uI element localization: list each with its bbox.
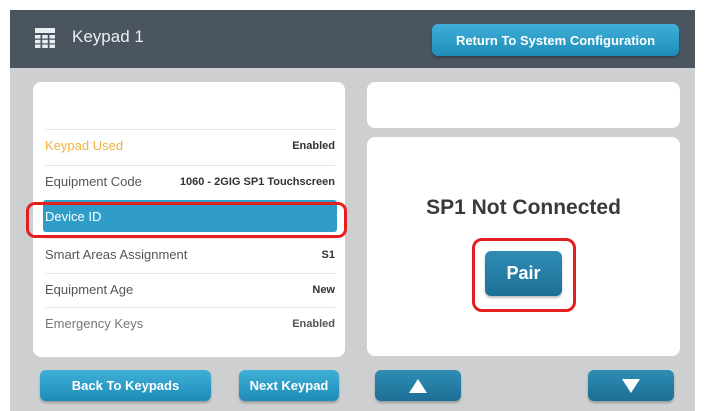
setting-value: Enabled	[292, 139, 335, 152]
arrow-down-icon	[622, 378, 640, 393]
back-to-keypads-button[interactable]: Back To Keypads	[40, 370, 211, 401]
setting-label: Emergency Keys	[45, 316, 144, 331]
setting-value: New	[312, 283, 335, 296]
info-panel-top	[367, 82, 680, 128]
setting-label: Equipment Age	[45, 282, 134, 297]
setting-row-equipment-age[interactable]: Equipment Age New	[45, 273, 335, 305]
setting-row-equipment-code[interactable]: Equipment Code 1060 - 2GIG SP1 Touchscre…	[45, 165, 335, 197]
arrow-up-icon	[409, 378, 427, 393]
page-title: Keypad 1	[72, 27, 144, 46]
return-to-system-configuration-button[interactable]: Return To System Configuration	[432, 24, 679, 56]
keypad-grid-icon	[35, 28, 55, 48]
keypad-settings-screen: Keypad 1 Return To System Configuration …	[10, 10, 695, 411]
setting-row-emergency-keys[interactable]: Emergency Keys Enabled	[45, 307, 335, 339]
setting-value: Enabled	[292, 317, 335, 330]
setting-label: Smart Areas Assignment	[45, 247, 188, 262]
connection-status: SP1 Not Connected	[426, 196, 621, 219]
setting-row-keypad-used[interactable]: Keypad Used Enabled	[45, 129, 335, 161]
setting-label: Keypad Used	[45, 138, 124, 153]
setting-value: 1060 - 2GIG SP1 Touchscreen	[179, 175, 335, 188]
setting-label: Equipment Code	[45, 174, 142, 189]
header-bar: Keypad 1 Return To System Configuration	[10, 10, 695, 68]
scroll-up-button[interactable]	[375, 370, 461, 401]
next-keypad-button[interactable]: Next Keypad	[239, 370, 339, 401]
pair-highlight-outline	[472, 238, 576, 312]
setting-value: S1	[321, 248, 335, 261]
scroll-down-button[interactable]	[588, 370, 674, 401]
setting-row-smart-areas-assignment[interactable]: Smart Areas Assignment S1	[45, 238, 335, 270]
device-id-highlight-outline	[26, 202, 347, 238]
